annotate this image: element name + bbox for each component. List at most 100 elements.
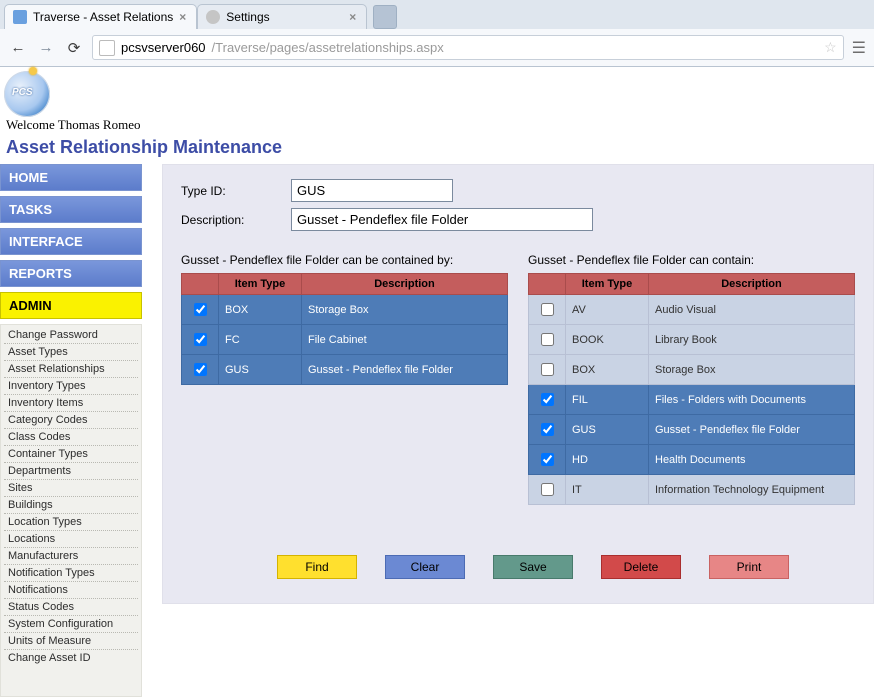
table-row[interactable]: BOXStorage Box (182, 295, 508, 325)
item-type-cell: BOX (219, 295, 302, 325)
nav-admin[interactable]: ADMIN (0, 292, 142, 319)
nav-interface[interactable]: INTERFACE (0, 228, 142, 255)
description-cell: Health Documents (649, 445, 855, 475)
table-row[interactable]: GUSGusset - Pendeflex file Folder (529, 415, 855, 445)
forward-icon[interactable]: → (36, 39, 56, 56)
table-row[interactable]: FILFiles - Folders with Documents (529, 385, 855, 415)
row-checkbox[interactable] (194, 363, 207, 376)
back-icon[interactable]: ← (8, 39, 28, 56)
save-button[interactable]: Save (493, 555, 573, 579)
row-checkbox[interactable] (541, 483, 554, 496)
nav-home[interactable]: HOME (0, 164, 142, 191)
description-cell: Files - Folders with Documents (649, 385, 855, 415)
row-checkbox[interactable] (194, 333, 207, 346)
close-icon[interactable]: × (179, 10, 186, 24)
admin-item-buildings[interactable]: Buildings (4, 496, 138, 513)
clear-button[interactable]: Clear (385, 555, 465, 579)
new-tab-button[interactable] (373, 5, 397, 29)
find-button[interactable]: Find (277, 555, 357, 579)
admin-item-location-types[interactable]: Location Types (4, 513, 138, 530)
admin-item-change-password[interactable]: Change Password (4, 327, 138, 343)
sidebar: HOME TASKS INTERFACE REPORTS ADMIN Change Pas… (0, 164, 142, 697)
admin-item-notifications[interactable]: Notifications (4, 581, 138, 598)
item-type-cell: IT (566, 475, 649, 505)
app-logo: PCS (4, 71, 50, 117)
admin-item-inventory-types[interactable]: Inventory Types (4, 377, 138, 394)
bookmark-icon[interactable]: ☆ (824, 39, 837, 56)
row-checkbox[interactable] (541, 363, 554, 376)
page-icon (99, 40, 115, 56)
item-type-cell: AV (566, 295, 649, 325)
admin-item-class-codes[interactable]: Class Codes (4, 428, 138, 445)
row-checkbox[interactable] (541, 453, 554, 466)
url-path: /Traverse/pages/assetrelationships.aspx (212, 40, 444, 55)
browser-tab-settings[interactable]: Settings × (197, 4, 367, 29)
admin-item-asset-relationships[interactable]: Asset Relationships (4, 360, 138, 377)
row-checkbox[interactable] (541, 393, 554, 406)
item-type-cell: HD (566, 445, 649, 475)
description-label: Description: (181, 213, 271, 227)
admin-item-category-codes[interactable]: Category Codes (4, 411, 138, 428)
column-header: Item Type (219, 274, 302, 295)
column-header (529, 274, 566, 295)
delete-button[interactable]: Delete (601, 555, 681, 579)
admin-item-system-configuration[interactable]: System Configuration (4, 615, 138, 632)
admin-submenu: Change PasswordAsset TypesAsset Relation… (0, 324, 142, 697)
description-cell: File Cabinet (302, 325, 508, 355)
item-type-cell: FC (219, 325, 302, 355)
column-header (182, 274, 219, 295)
page-title: Asset Relationship Maintenance (0, 135, 874, 164)
table-row[interactable]: FCFile Cabinet (182, 325, 508, 355)
tab-label: Settings (226, 10, 269, 24)
admin-item-sites[interactable]: Sites (4, 479, 138, 496)
column-header: Description (302, 274, 508, 295)
admin-item-status-codes[interactable]: Status Codes (4, 598, 138, 615)
print-button[interactable]: Print (709, 555, 789, 579)
menu-icon[interactable]: ☰ (852, 38, 866, 58)
address-bar[interactable]: pcsvserver060/Traverse/pages/assetrelati… (92, 35, 844, 60)
admin-item-container-types[interactable]: Container Types (4, 445, 138, 462)
admin-item-units-of-measure[interactable]: Units of Measure (4, 632, 138, 649)
type-id-input[interactable] (291, 179, 453, 202)
row-checkbox[interactable] (541, 333, 554, 346)
description-cell: Gusset - Pendeflex file Folder (302, 355, 508, 385)
admin-item-departments[interactable]: Departments (4, 462, 138, 479)
right-table-title: Gusset - Pendeflex file Folder can conta… (528, 253, 855, 267)
item-type-cell: FIL (566, 385, 649, 415)
column-header: Description (649, 274, 855, 295)
close-icon[interactable]: × (349, 10, 356, 24)
tab-label: Traverse - Asset Relations (33, 10, 173, 24)
browser-tab-traverse[interactable]: Traverse - Asset Relations × (4, 4, 197, 29)
row-checkbox[interactable] (541, 423, 554, 436)
admin-item-change-asset-id[interactable]: Change Asset ID (4, 649, 138, 666)
description-cell: Storage Box (302, 295, 508, 325)
table-row[interactable]: HDHealth Documents (529, 445, 855, 475)
welcome-text: Welcome Thomas Romeo (0, 117, 874, 135)
row-checkbox[interactable] (541, 303, 554, 316)
nav-reports[interactable]: REPORTS (0, 260, 142, 287)
work-pane: Type ID: Description: Gusset - Pendeflex… (162, 164, 874, 604)
logo-text: PCS (12, 87, 33, 98)
description-cell: Gusset - Pendeflex file Folder (649, 415, 855, 445)
nav-tasks[interactable]: TASKS (0, 196, 142, 223)
admin-item-manufacturers[interactable]: Manufacturers (4, 547, 138, 564)
table-row[interactable]: BOOKLibrary Book (529, 325, 855, 355)
row-checkbox[interactable] (194, 303, 207, 316)
can-contain-table: Item TypeDescriptionAVAudio VisualBOOKLi… (528, 273, 855, 505)
url-host: pcsvserver060 (121, 40, 206, 55)
admin-item-inventory-items[interactable]: Inventory Items (4, 394, 138, 411)
description-input[interactable] (291, 208, 593, 231)
table-row[interactable]: BOXStorage Box (529, 355, 855, 385)
table-row[interactable]: ITInformation Technology Equipment (529, 475, 855, 505)
admin-item-asset-types[interactable]: Asset Types (4, 343, 138, 360)
contained-by-table: Item TypeDescriptionBOXStorage BoxFCFile… (181, 273, 508, 385)
admin-item-locations[interactable]: Locations (4, 530, 138, 547)
description-cell: Library Book (649, 325, 855, 355)
reload-icon[interactable]: ⟳ (64, 39, 84, 57)
item-type-cell: GUS (566, 415, 649, 445)
column-header: Item Type (566, 274, 649, 295)
table-row[interactable]: AVAudio Visual (529, 295, 855, 325)
item-type-cell: BOX (566, 355, 649, 385)
table-row[interactable]: GUSGusset - Pendeflex file Folder (182, 355, 508, 385)
description-cell: Information Technology Equipment (649, 475, 855, 505)
